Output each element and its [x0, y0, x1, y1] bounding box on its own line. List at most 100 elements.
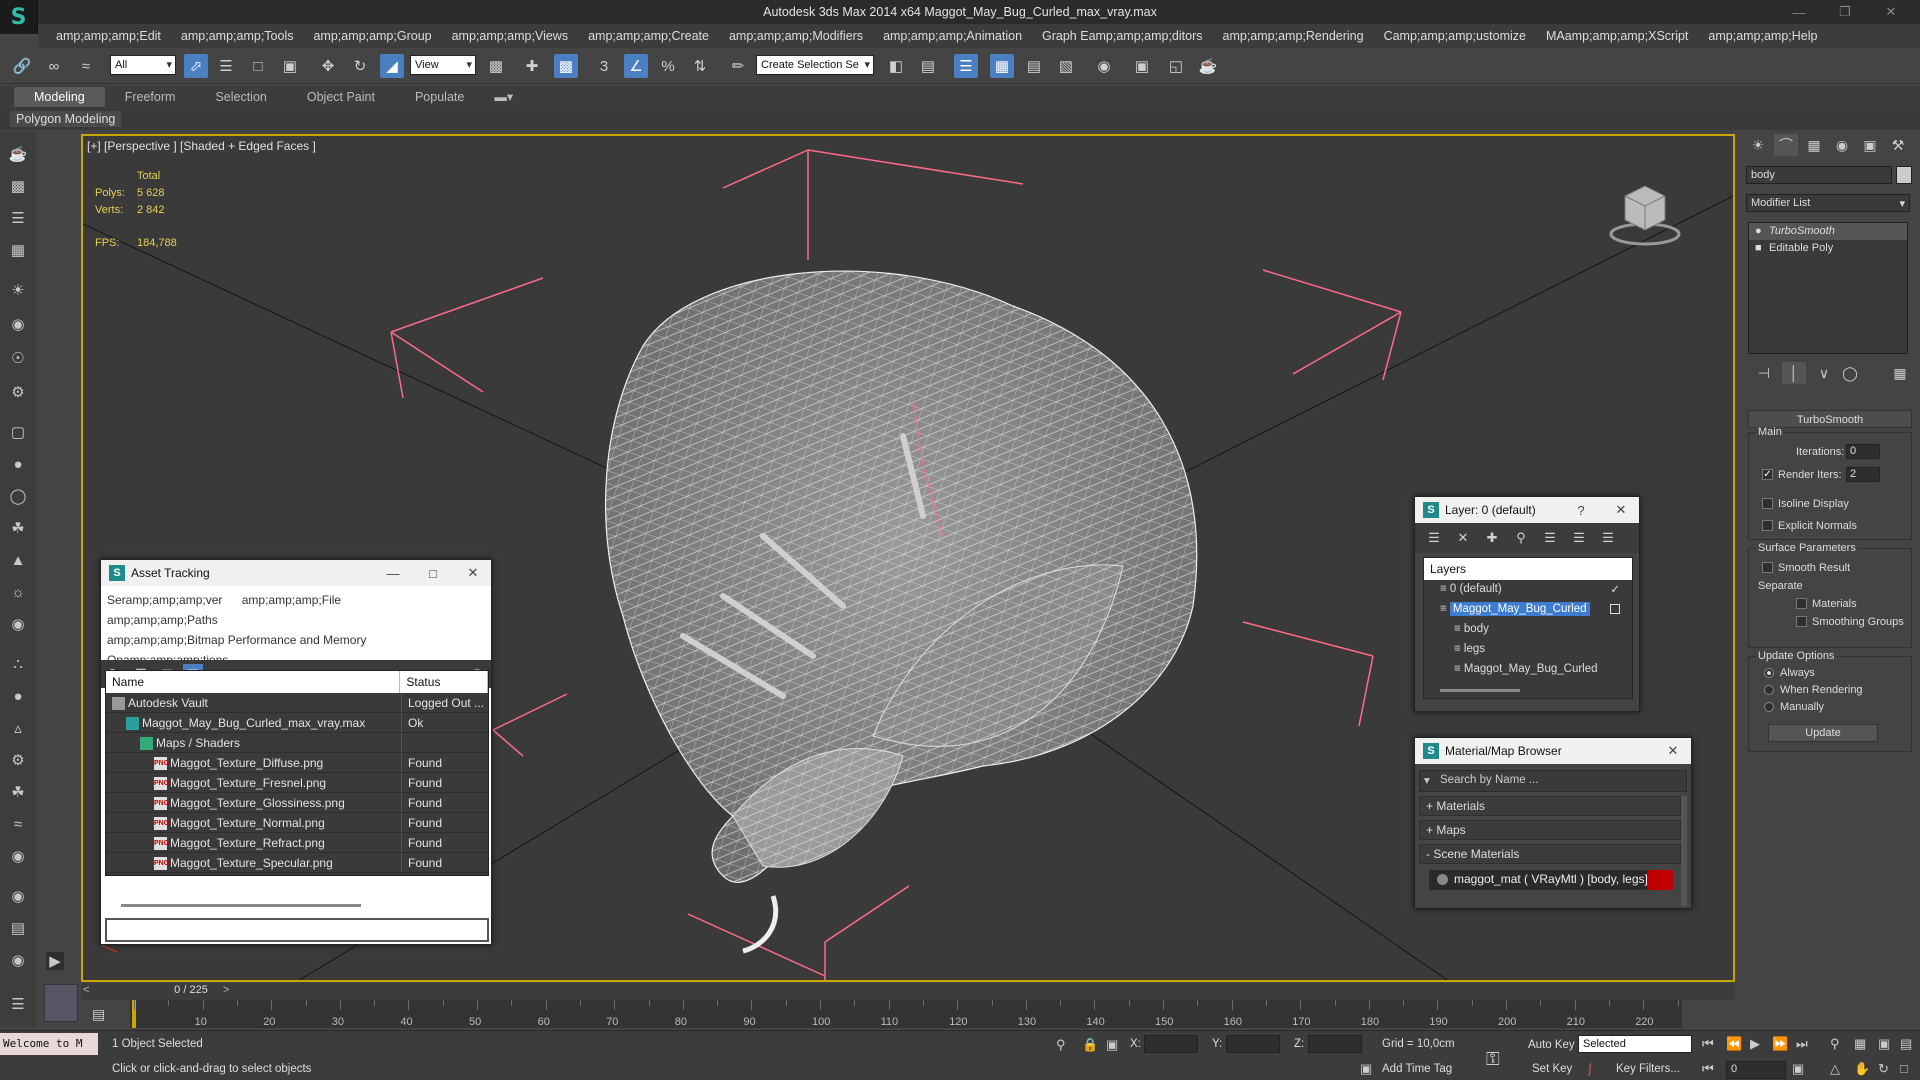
column-status[interactable]: Status	[400, 671, 488, 693]
absolute-mode-icon[interactable]: ▣	[1106, 1037, 1118, 1053]
move-icon[interactable]: ✥	[316, 54, 340, 78]
scene-explorer-icon[interactable]: ◉	[6, 884, 30, 908]
cloth-icon[interactable]: ◉	[6, 844, 30, 868]
filter-icon[interactable]: ▾	[1424, 773, 1430, 787]
prev-frame-icon[interactable]: <	[83, 984, 89, 996]
mat-browser-scrollbar[interactable]	[1681, 796, 1687, 906]
key-filters-button[interactable]: Key Filters...	[1616, 1063, 1680, 1075]
iterations-spinner[interactable]: 0	[1846, 444, 1880, 459]
ribbon-toggle-icon[interactable]: ▦	[990, 54, 1014, 78]
select-in-layer-icon[interactable]: ⚲	[1510, 528, 1532, 548]
configure-sets-icon[interactable]: ▦	[1888, 362, 1912, 384]
maximize-dialog-button[interactable]: □	[413, 560, 453, 586]
globe-icon[interactable]: ◉	[6, 948, 30, 972]
y-coordinate-field[interactable]	[1226, 1035, 1280, 1053]
track-bar-icon[interactable]: ▤	[92, 1006, 105, 1023]
gear-icon[interactable]: ⚙	[6, 748, 30, 772]
table-row[interactable]: PNGMaggot_Texture_Refract.png Found	[106, 833, 488, 853]
menu-group[interactable]: amp;amp;amp;Group	[303, 29, 441, 43]
menu-help[interactable]: amp;amp;amp;Help	[1698, 29, 1827, 43]
menu-create[interactable]: amp;amp;amp;Create	[578, 29, 719, 43]
list-icon[interactable]: ☰	[6, 206, 30, 230]
when-rendering-radio[interactable]	[1764, 685, 1774, 695]
freeze-all-icon[interactable]: ☰	[1597, 528, 1619, 548]
asset-path-field[interactable]	[105, 918, 489, 942]
schematic-view-icon[interactable]: ▧	[1054, 54, 1078, 78]
menu-maxscript[interactable]: MAamp;amp;amp;XScript	[1536, 29, 1698, 43]
show-end-result-icon[interactable]: │	[1782, 362, 1806, 384]
ribbon-options-icon[interactable]: ▬▾	[484, 87, 523, 107]
tab-object-paint[interactable]: Object Paint	[287, 87, 395, 107]
zoom-icon[interactable]: ⚲	[1830, 1036, 1840, 1052]
tab-populate[interactable]: Populate	[395, 87, 484, 107]
coord-system-dropdown[interactable]: View	[410, 55, 476, 75]
key-icon[interactable]: ⚿	[1486, 1049, 1500, 1070]
select-by-name-icon[interactable]: ☰	[214, 54, 238, 78]
mat-browser-close-button[interactable]: ✕	[1653, 738, 1693, 764]
zoom-extents-all-icon[interactable]: ▤	[1900, 1036, 1912, 1052]
material-editor-icon[interactable]: ◉	[1092, 54, 1116, 78]
smoothing-groups-checkbox[interactable]	[1796, 616, 1807, 627]
menu-server[interactable]: Seramp;amp;amp;ver	[107, 593, 222, 607]
rig-icon[interactable]: ▵	[6, 716, 30, 740]
spinner-snap-icon[interactable]: ⇅	[688, 54, 712, 78]
layer-close-button[interactable]: ✕	[1601, 497, 1641, 523]
modifier-list-dropdown[interactable]: Modifier List ▾	[1746, 194, 1910, 212]
menu-bitmap-performance[interactable]: amp;amp;amp;Bitmap Performance and Memor…	[107, 633, 366, 647]
rendered-frame-icon[interactable]: ◱	[1164, 54, 1188, 78]
column-name[interactable]: Name	[106, 671, 401, 693]
menu-modifiers[interactable]: amp;amp;amp;Modifiers	[719, 29, 873, 43]
menu-paths[interactable]: amp;amp;amp;Paths	[107, 613, 218, 627]
field-of-view-icon[interactable]: △	[1830, 1061, 1840, 1077]
modify-tab-icon[interactable]: ⌒	[1774, 134, 1798, 156]
menu-rendering[interactable]: amp;amp;amp;Rendering	[1213, 29, 1374, 43]
select-manipulate-icon[interactable]: ✚	[520, 54, 544, 78]
lightbulb-icon[interactable]: ●	[1755, 225, 1762, 237]
object-name-field[interactable]: body	[1746, 166, 1892, 184]
hierarchy-tab-icon[interactable]: ▦	[1802, 134, 1826, 156]
keyboard-shortcut-icon[interactable]: ▩	[554, 54, 578, 78]
layer-row[interactable]: ≡ body	[1424, 620, 1632, 640]
layer-manager-icon[interactable]: ☰	[954, 54, 978, 78]
layer-row[interactable]: ≡ 0 (default) ✓	[1424, 580, 1632, 600]
helper-icon[interactable]: ☉	[6, 346, 30, 370]
goto-end-icon[interactable]: ⏭	[1796, 1036, 1808, 1052]
rect-selection-icon[interactable]: □	[246, 54, 270, 78]
key-filter-curve-icon[interactable]: ∫	[1588, 1061, 1592, 1076]
snaps-toggle-icon[interactable]: 3	[592, 54, 616, 78]
object-color-swatch[interactable]	[1896, 166, 1912, 184]
table-row[interactable]: PNGMaggot_Texture_Fresnel.png Found	[106, 773, 488, 793]
teapot-icon[interactable]: ☕	[6, 142, 30, 166]
unlink-icon[interactable]: ∞	[42, 54, 66, 78]
tab-selection[interactable]: Selection	[195, 87, 286, 107]
pin-stack-icon[interactable]: ⊣	[1752, 362, 1776, 384]
highlight-layer-icon[interactable]: ☰	[1539, 528, 1561, 548]
particles-icon[interactable]: ∴	[6, 652, 30, 676]
add-to-layer-icon[interactable]: ✚	[1481, 528, 1503, 548]
key-mode-toggle-icon[interactable]: ⏮	[1702, 1061, 1714, 1077]
render-iters-spinner[interactable]: 2	[1846, 467, 1880, 482]
tab-modeling[interactable]: Modeling	[14, 87, 105, 107]
zoom-extents-icon[interactable]: ▣	[1878, 1036, 1890, 1052]
settings-icon[interactable]: ☰	[6, 992, 30, 1016]
render-production-icon[interactable]: ☕	[1196, 54, 1220, 78]
layer-row[interactable]: ≡ legs	[1424, 640, 1632, 660]
track-bar[interactable]: 10 20 30 40 50 60 70 80 90 100 110 120 130 140 150 160 1…	[130, 1000, 1682, 1028]
current-frame-field[interactable]: 0	[1726, 1061, 1786, 1079]
tab-freeform[interactable]: Freeform	[105, 87, 196, 107]
polygon-modeling-panel[interactable]: Polygon Modeling	[10, 111, 122, 127]
angle-snap-icon[interactable]: ∠	[624, 54, 648, 78]
link-icon[interactable]: 🔗	[10, 54, 34, 78]
selection-filter-dropdown[interactable]: All	[110, 55, 176, 75]
asset-hscrollbar[interactable]	[121, 904, 361, 907]
scene-material-item[interactable]: maggot_mat ( VRayMtl ) [body, legs]	[1429, 870, 1673, 890]
dynamics-icon[interactable]: ●	[6, 684, 30, 708]
menu-graph-editors[interactable]: Graph Eamp;amp;amp;ditors	[1032, 29, 1213, 43]
stack-item-editable-poly[interactable]: ■ Editable Poly	[1749, 240, 1907, 257]
table-row[interactable]: Autodesk Vault Logged Out ...	[106, 693, 488, 713]
window-crossing-icon[interactable]: ▣	[278, 54, 302, 78]
layer-help-button[interactable]: ?	[1561, 497, 1601, 523]
scene-materials-group[interactable]: - Scene Materials	[1419, 844, 1681, 864]
menu-edit[interactable]: amp;amp;amp;Edit	[46, 29, 171, 43]
explicit-normals-checkbox[interactable]	[1762, 520, 1773, 531]
